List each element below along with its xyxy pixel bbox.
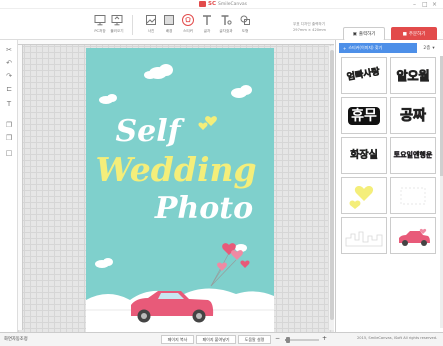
paste-icon[interactable]: ❒ (5, 134, 13, 142)
app-logo-icon (199, 1, 206, 7)
fit-icon[interactable]: □ (5, 149, 13, 157)
crop-icon[interactable]: ⊏ (5, 85, 13, 93)
export-button[interactable]: ▣ 출력하기 (343, 27, 385, 41)
poster-artwork: Self Wedding Photo (86, 48, 274, 333)
cut-icon[interactable]: ✂ (5, 46, 13, 54)
app-brand-name: SmileCanvas (218, 1, 248, 7)
sticker-text: 토요일엔행운 (393, 151, 433, 159)
layer-select[interactable]: 2층 ▾ (419, 43, 439, 53)
app-brand: SC SmileCanvas (199, 1, 247, 7)
poster-title-line1: Self (115, 114, 185, 149)
order-button-label: 주문하기 (408, 32, 426, 37)
tool-load-button[interactable]: 불러오기 (103, 14, 131, 34)
sticker-item[interactable]: 공짜 (390, 97, 436, 134)
zoom-in-icon[interactable]: + (322, 335, 327, 342)
app-logo-text: SC (208, 1, 216, 7)
copy-icon[interactable]: ❐ (5, 121, 13, 129)
undo-icon[interactable]: ↶ (5, 59, 13, 67)
canvas-vertical-scrollbar[interactable] (328, 46, 334, 330)
sticker-item[interactable]: 화장실 (341, 137, 387, 174)
sticker-item[interactable]: 휴무 (341, 97, 387, 134)
text-cursor-icon[interactable]: T (5, 100, 13, 108)
left-toolbar: ✂ ↶ ↷ ⊏ T ❐ ❒ □ (0, 40, 18, 332)
scrollbar-thumb[interactable] (330, 50, 334, 320)
order-button[interactable]: ■ 주문하기 (391, 27, 437, 41)
zoom-out-icon[interactable]: − (275, 335, 280, 342)
tool-label: 불러오기 (110, 29, 124, 33)
sticker-tab-label: 스티커(이미지) 찾기 (348, 45, 383, 50)
sticker-item[interactable] (341, 217, 387, 254)
poster-title-line2: Wedding (95, 150, 256, 189)
main-toolbar: PC저장 불러오기 사진 배경 스티커 글자 글자효과 도형 우표 디자인 출력… (0, 9, 443, 41)
export-button-label: 출력하기 (358, 32, 376, 37)
minimize-icon[interactable]: – (413, 1, 416, 8)
folder-open-icon (111, 15, 123, 26)
tool-label: 도형 (241, 29, 249, 33)
cart-icon: ■ (402, 31, 407, 37)
paste-page-label: 페이지 붙여넣기 (202, 336, 230, 342)
sticker-text: 화장실 (350, 149, 378, 161)
copyright-text: 2015, SmileCanvas, ISoft All rights rese… (357, 336, 438, 340)
status-bar: 화면자동조정 페이지 복사 페이지 붙여넣기 도움말 설명 − + 2015, … (0, 332, 443, 346)
close-window-icon[interactable]: × (432, 1, 437, 8)
sticker-panel: + 스티커(이미지) 찾기 2층 ▾ 엄빠사랑 알오월 휴무 공짜 화장실 토요… (335, 40, 443, 332)
sticker-text: 휴무 (348, 106, 380, 125)
plus-icon: + (343, 45, 347, 51)
auto-fit-label[interactable]: 화면자동조정 (4, 336, 28, 342)
zoom-slider-knob[interactable] (286, 337, 290, 343)
copy-page-button[interactable]: 페이지 복사 (161, 335, 194, 344)
sticker-item[interactable] (390, 177, 436, 214)
help-label: 도움말 설명 (244, 336, 265, 342)
design-info: 우표 디자인 출력하기 297mm × 420mm (293, 21, 337, 33)
sticker-item[interactable] (341, 177, 387, 214)
sticker-search-tab[interactable]: + 스티커(이미지) 찾기 (339, 43, 417, 53)
shape-icon (240, 15, 250, 25)
sticker-text: 알오월 (396, 68, 430, 83)
layer-select-value: 2층 (423, 46, 431, 51)
skyline-sticker (345, 231, 383, 246)
copy-page-label: 페이지 복사 (167, 336, 188, 342)
sticker-item[interactable] (390, 217, 436, 254)
ruler-left (18, 45, 23, 330)
tool-shape-button[interactable]: 도형 (231, 14, 259, 34)
pink-car-sticker (399, 228, 430, 246)
sticker-text: 엄빠사랑 (346, 67, 382, 83)
poster-design[interactable]: Self Wedding Photo (86, 48, 274, 333)
paste-page-button[interactable]: 페이지 붙여넣기 (196, 335, 236, 344)
chevron-down-icon: ▾ (432, 45, 435, 51)
design-size: 297mm × 420mm (293, 28, 327, 32)
sticker-text: 공짜 (400, 107, 427, 124)
zoom-slider[interactable] (285, 337, 319, 343)
yellow-hearts-sticker (349, 185, 374, 209)
help-button[interactable]: 도움말 설명 (238, 335, 271, 344)
white-outline-sticker (400, 186, 426, 205)
sticker-item[interactable]: 토요일엔행운 (390, 137, 436, 174)
ruler-top (18, 40, 334, 45)
redo-icon[interactable]: ↷ (5, 72, 13, 80)
sticker-item[interactable]: 알오월 (390, 57, 436, 94)
poster-title-line3: Photo (154, 191, 253, 226)
title-bar: SC SmileCanvas – □ × (0, 0, 443, 9)
toolbar-divider (132, 15, 133, 35)
sticker-item[interactable]: 엄빠사랑 (341, 57, 387, 94)
printer-icon: ▣ (352, 31, 357, 37)
maximize-icon[interactable]: □ (422, 1, 428, 8)
